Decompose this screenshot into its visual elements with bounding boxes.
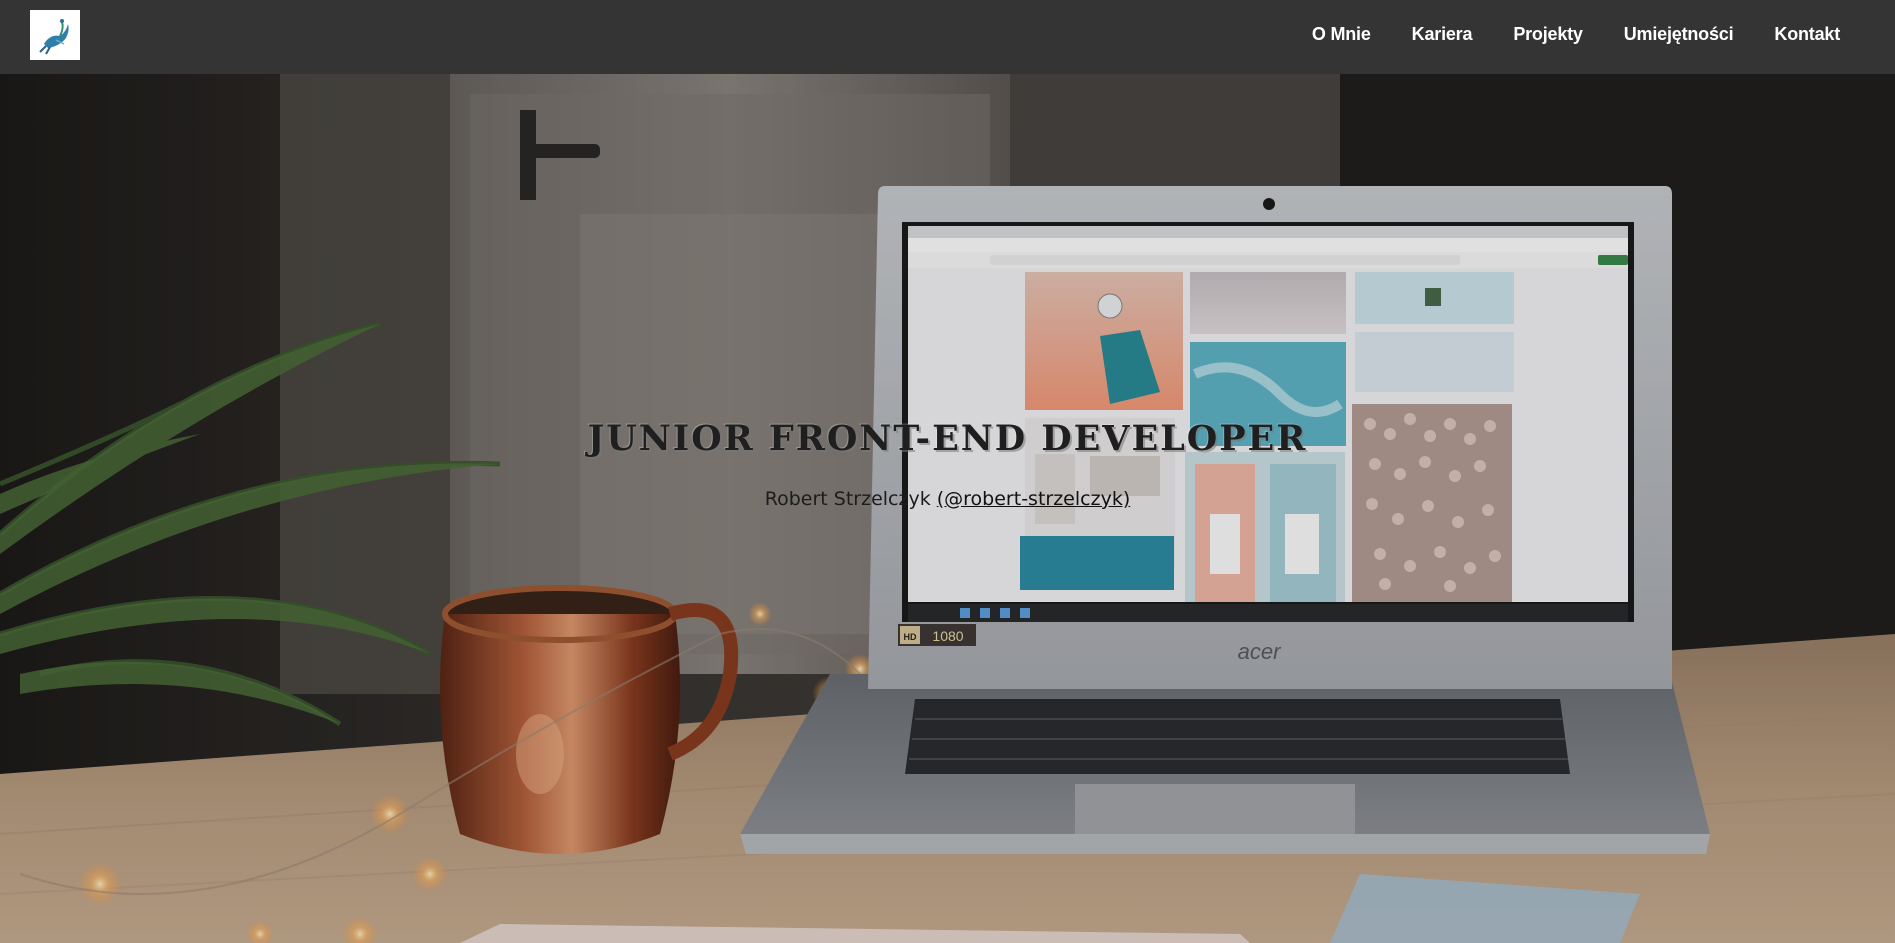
nav-link-umiejetnosci[interactable]: Umiejętności <box>1624 24 1734 45</box>
hero-title: JUNIOR FRONT-END DEVELOPER <box>587 418 1308 459</box>
main-nav: O Mnie Kariera Projekty Umiejętności Kon… <box>1271 0 1840 68</box>
peacock-logo-icon <box>39 19 69 55</box>
author-handle-link[interactable]: (@robert-strzelczyk) <box>937 488 1130 510</box>
navbar: O Mnie Kariera Projekty Umiejętności Kon… <box>0 0 1895 74</box>
hero-section: HD 1080 acer JUNIOR FRONT-END DEVELOPER … <box>0 74 1895 943</box>
author-name: Robert Strzelczyk <box>764 488 931 510</box>
nav-link-kariera[interactable]: Kariera <box>1412 24 1473 45</box>
hero-subtitle: Robert Strzelczyk (@robert-strzelczyk) <box>0 488 1895 510</box>
nav-link-kontakt[interactable]: Kontakt <box>1774 24 1840 45</box>
nav-link-o-mnie[interactable]: O Mnie <box>1312 24 1371 45</box>
site-logo[interactable] <box>30 10 80 60</box>
nav-link-projekty[interactable]: Projekty <box>1513 24 1583 45</box>
